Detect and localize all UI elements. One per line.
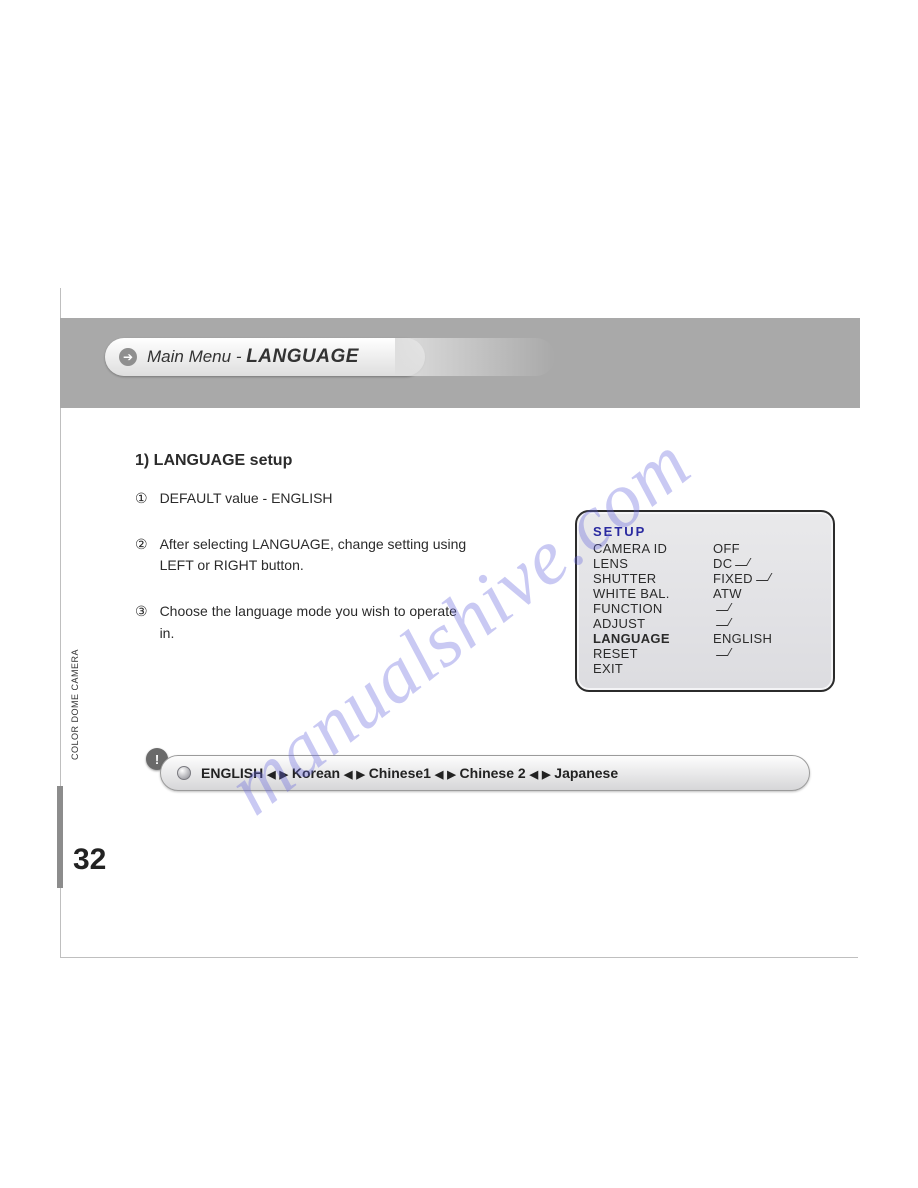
enter-submenu-icon: [716, 648, 733, 656]
step-item: ③ Choose the language mode you wish to o…: [135, 601, 475, 644]
osd-value: [713, 646, 817, 661]
triangle-left-icon: ◀: [435, 769, 443, 781]
osd-setup-panel: SETUP CAMERA IDOFFLENSDCSHUTTERFIXEDWHIT…: [575, 510, 835, 692]
language-option: ENGLISH: [201, 765, 263, 781]
language-option: Japanese: [554, 765, 618, 781]
triangle-left-icon: ◀: [344, 769, 352, 781]
language-option: Korean: [292, 765, 340, 781]
osd-row: CAMERA IDOFF: [593, 541, 817, 556]
osd-value: DC: [713, 556, 817, 571]
osd-value: ENGLISH: [713, 631, 817, 646]
step-text: After selecting LANGUAGE, change setting…: [160, 534, 475, 577]
step-number: ③: [135, 601, 148, 644]
step-number: ①: [135, 488, 148, 510]
osd-row: WHITE BAL.ATW: [593, 586, 817, 601]
osd-value: ATW: [713, 586, 817, 601]
triangle-left-icon: ◀: [267, 769, 275, 781]
osd-key: FUNCTION: [593, 601, 713, 616]
language-options-bar: ENGLISH ◀ ▶ Korean ◀ ▶ Chinese1 ◀ ▶ Chin…: [160, 755, 810, 791]
step-item: ② After selecting LANGUAGE, change setti…: [135, 534, 475, 577]
osd-row: FUNCTION: [593, 601, 817, 616]
osd-key: EXIT: [593, 661, 713, 676]
osd-value: [713, 661, 817, 676]
osd-row: RESET: [593, 646, 817, 661]
page-number: 32: [73, 843, 106, 877]
language-option: Chinese 2: [460, 765, 526, 781]
manual-page: ➔ Main Menu - LANGUAGE 1) LANGUAGE setup…: [0, 0, 918, 1188]
language-sequence: ENGLISH ◀ ▶ Korean ◀ ▶ Chinese1 ◀ ▶ Chin…: [201, 765, 618, 781]
bullet-icon: [177, 766, 191, 780]
osd-key: WHITE BAL.: [593, 586, 713, 601]
title-prefix: Main Menu -: [147, 347, 246, 366]
side-tick: [57, 786, 63, 888]
language-option: Chinese1: [369, 765, 431, 781]
osd-row: EXIT: [593, 661, 817, 676]
osd-key: ADJUST: [593, 616, 713, 631]
triangle-right-icon: ▶: [356, 769, 364, 781]
triangle-right-icon: ▶: [447, 769, 455, 781]
notice-bang: !: [155, 752, 159, 767]
osd-title: SETUP: [593, 524, 817, 539]
enter-submenu-icon: [756, 573, 773, 581]
section-title: 1) LANGUAGE setup: [135, 452, 835, 470]
osd-row: SHUTTERFIXED: [593, 571, 817, 586]
triangle-right-icon: ▶: [542, 769, 550, 781]
osd-value: [713, 616, 817, 631]
osd-row: LANGUAGEENGLISH: [593, 631, 817, 646]
triangle-right-icon: ▶: [279, 769, 287, 781]
enter-submenu-icon: [735, 558, 752, 566]
title-pill: ➔ Main Menu - LANGUAGE: [105, 338, 425, 376]
osd-key: CAMERA ID: [593, 541, 713, 556]
enter-submenu-icon: [716, 618, 733, 626]
step-number: ②: [135, 534, 148, 577]
osd-value: OFF: [713, 541, 817, 556]
step-text: DEFAULT value - ENGLISH: [160, 488, 475, 510]
osd-row: ADJUST: [593, 616, 817, 631]
osd-key: RESET: [593, 646, 713, 661]
step-text: Choose the language mode you wish to ope…: [160, 601, 475, 644]
title-strong: LANGUAGE: [246, 346, 359, 367]
arrow-right-icon: ➔: [119, 348, 137, 366]
osd-row: LENSDC: [593, 556, 817, 571]
osd-value: FIXED: [713, 571, 817, 586]
step-item: ① DEFAULT value - ENGLISH: [135, 488, 475, 510]
osd-key: SHUTTER: [593, 571, 713, 586]
enter-submenu-icon: [716, 603, 733, 611]
triangle-left-icon: ◀: [530, 769, 538, 781]
side-label: COLOR DOME CAMERA: [70, 649, 80, 760]
osd-value: [713, 601, 817, 616]
content-area: 1) LANGUAGE setup ① DEFAULT value - ENGL…: [135, 452, 835, 668]
osd-key: LENS: [593, 556, 713, 571]
page-title: Main Menu - LANGUAGE: [147, 346, 359, 368]
osd-key: LANGUAGE: [593, 631, 713, 646]
